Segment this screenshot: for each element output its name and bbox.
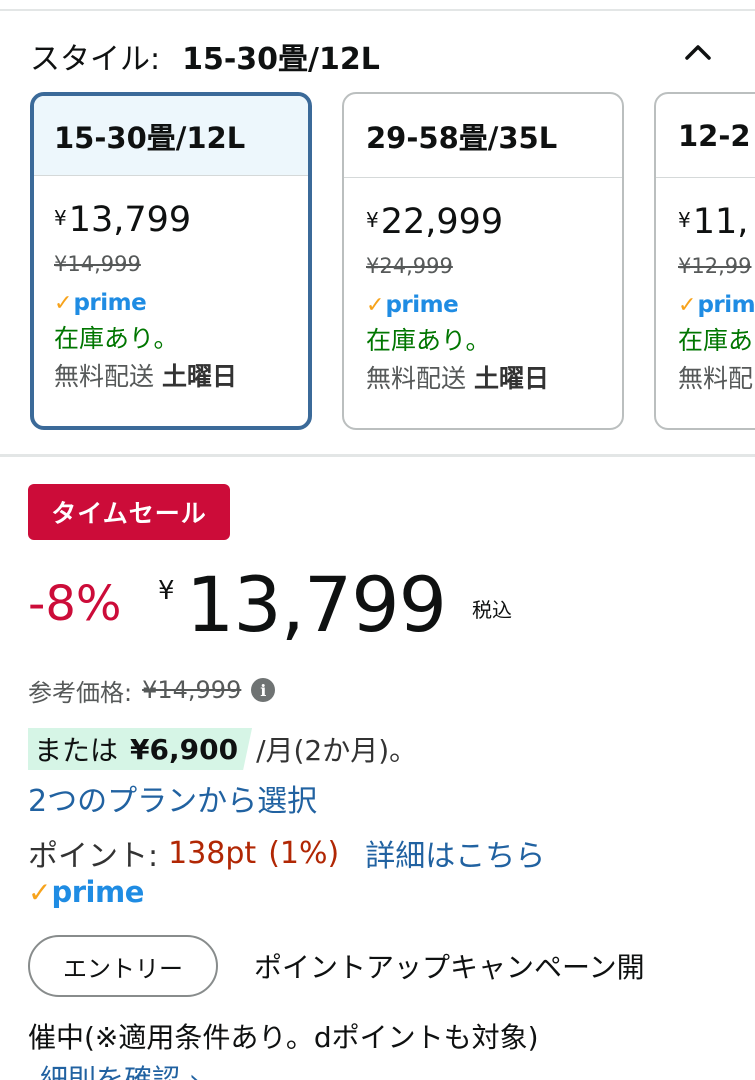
style-selector-header: スタイル: 15-30畳/12L xyxy=(30,34,380,78)
prime-logo: ✓prime xyxy=(678,292,755,318)
entry-button[interactable]: エントリー xyxy=(28,935,218,997)
installment-row: または ¥6,900 /月(2か月)。 xyxy=(28,727,417,771)
style-option-card[interactable]: 12-2 ¥ 11, ¥12,99 ✓prime 在庫あ 無料配 xyxy=(654,92,755,430)
yen-symbol: ¥ xyxy=(54,206,67,230)
reference-price: ¥14,999 xyxy=(142,676,242,704)
price-value: 11, xyxy=(692,202,749,242)
tax-note: 税込 xyxy=(472,598,512,622)
deal-price-row: -8% ¥ 13,799 税込 xyxy=(28,562,728,652)
prime-logo: ✓prime xyxy=(28,875,144,909)
discount-percent: -8% xyxy=(28,576,122,632)
style-option-card-selected[interactable]: 15-30畳/12L ¥ 13,799 ¥14,999 ✓ prime 在庫あり。… xyxy=(30,92,312,430)
installment-plan-link[interactable]: 2つのプランから選択 xyxy=(28,776,317,820)
delivery-info: 無料配 xyxy=(678,364,754,393)
option-name: 15-30畳/12L xyxy=(34,96,308,176)
reference-price-row: 参考価格: ¥14,999 i xyxy=(28,672,276,708)
points-value: 138pt xyxy=(168,835,257,871)
option-name: 12-2 xyxy=(656,94,755,178)
installment-amount: ¥6,900 xyxy=(130,732,239,766)
top-divider xyxy=(0,9,755,11)
prime-logo: ✓prime xyxy=(54,290,147,316)
option-price: ¥ 13,799 xyxy=(54,198,308,248)
prime-check-icon: ✓ xyxy=(366,292,385,318)
delivery-info: 無料配送 土曜日 xyxy=(54,362,237,391)
option-list-price: ¥24,999 xyxy=(366,254,453,278)
deal-price: 13,799 xyxy=(186,560,447,649)
style-label: スタイル: xyxy=(30,42,161,77)
yen-symbol: ¥ xyxy=(366,208,379,232)
chevron-up-icon[interactable] xyxy=(676,30,720,74)
time-sale-badge: タイムセール xyxy=(28,484,230,540)
terms-link[interactable]: 細則を確認 › xyxy=(40,1058,200,1080)
option-name: 29-58畳/35L xyxy=(344,94,622,178)
option-list-price: ¥12,99 xyxy=(678,254,752,278)
info-icon[interactable]: i xyxy=(251,678,276,702)
style-selected-value: 15-30畳/12L xyxy=(182,42,380,77)
points-percent: (1%) xyxy=(268,835,340,871)
yen-symbol: ¥ xyxy=(678,208,691,232)
prime-logo: ✓prime xyxy=(366,292,459,318)
style-option-card[interactable]: 29-58畳/35L ¥ 22,999 ¥24,999 ✓ prime 在庫あり。… xyxy=(342,92,624,430)
prime-check-icon: ✓ xyxy=(678,292,697,318)
reference-price-label: 参考価格: xyxy=(28,678,133,707)
prime-check-icon: ✓ xyxy=(54,290,73,316)
points-label: ポイント: xyxy=(28,839,159,874)
price-value: 22,999 xyxy=(380,202,504,242)
style-options-carousel[interactable]: 15-30畳/12L ¥ 13,799 ¥14,999 ✓ prime 在庫あり。… xyxy=(0,92,755,432)
yen-symbol: ¥ xyxy=(158,576,175,606)
delivery-info: 無料配送 土曜日 xyxy=(366,364,549,393)
points-row: ポイント: 138pt (1%) 詳細はこちら xyxy=(28,831,545,875)
campaign-text-continued: 催中(※適用条件あり。dポイントも対象) xyxy=(28,1021,539,1054)
stock-status: 在庫あ xyxy=(678,326,754,355)
installment-highlight: または ¥6,900 xyxy=(28,728,253,770)
price-value: 13,799 xyxy=(68,200,192,240)
prime-check-icon: ✓ xyxy=(28,875,52,909)
installment-prefix: または xyxy=(34,734,119,767)
stock-status: 在庫あり。 xyxy=(54,324,179,353)
campaign-text: ポイントアップキャンペーン開 xyxy=(254,951,645,984)
option-price: ¥ 11, xyxy=(678,200,755,250)
installment-suffix: /月(2か月)。 xyxy=(256,734,418,767)
option-price: ¥ 22,999 xyxy=(366,200,622,250)
option-list-price: ¥14,999 xyxy=(54,252,141,276)
section-divider xyxy=(0,454,755,457)
points-details-link[interactable]: 詳細はこちら xyxy=(365,831,545,875)
stock-status: 在庫あり。 xyxy=(366,326,491,355)
